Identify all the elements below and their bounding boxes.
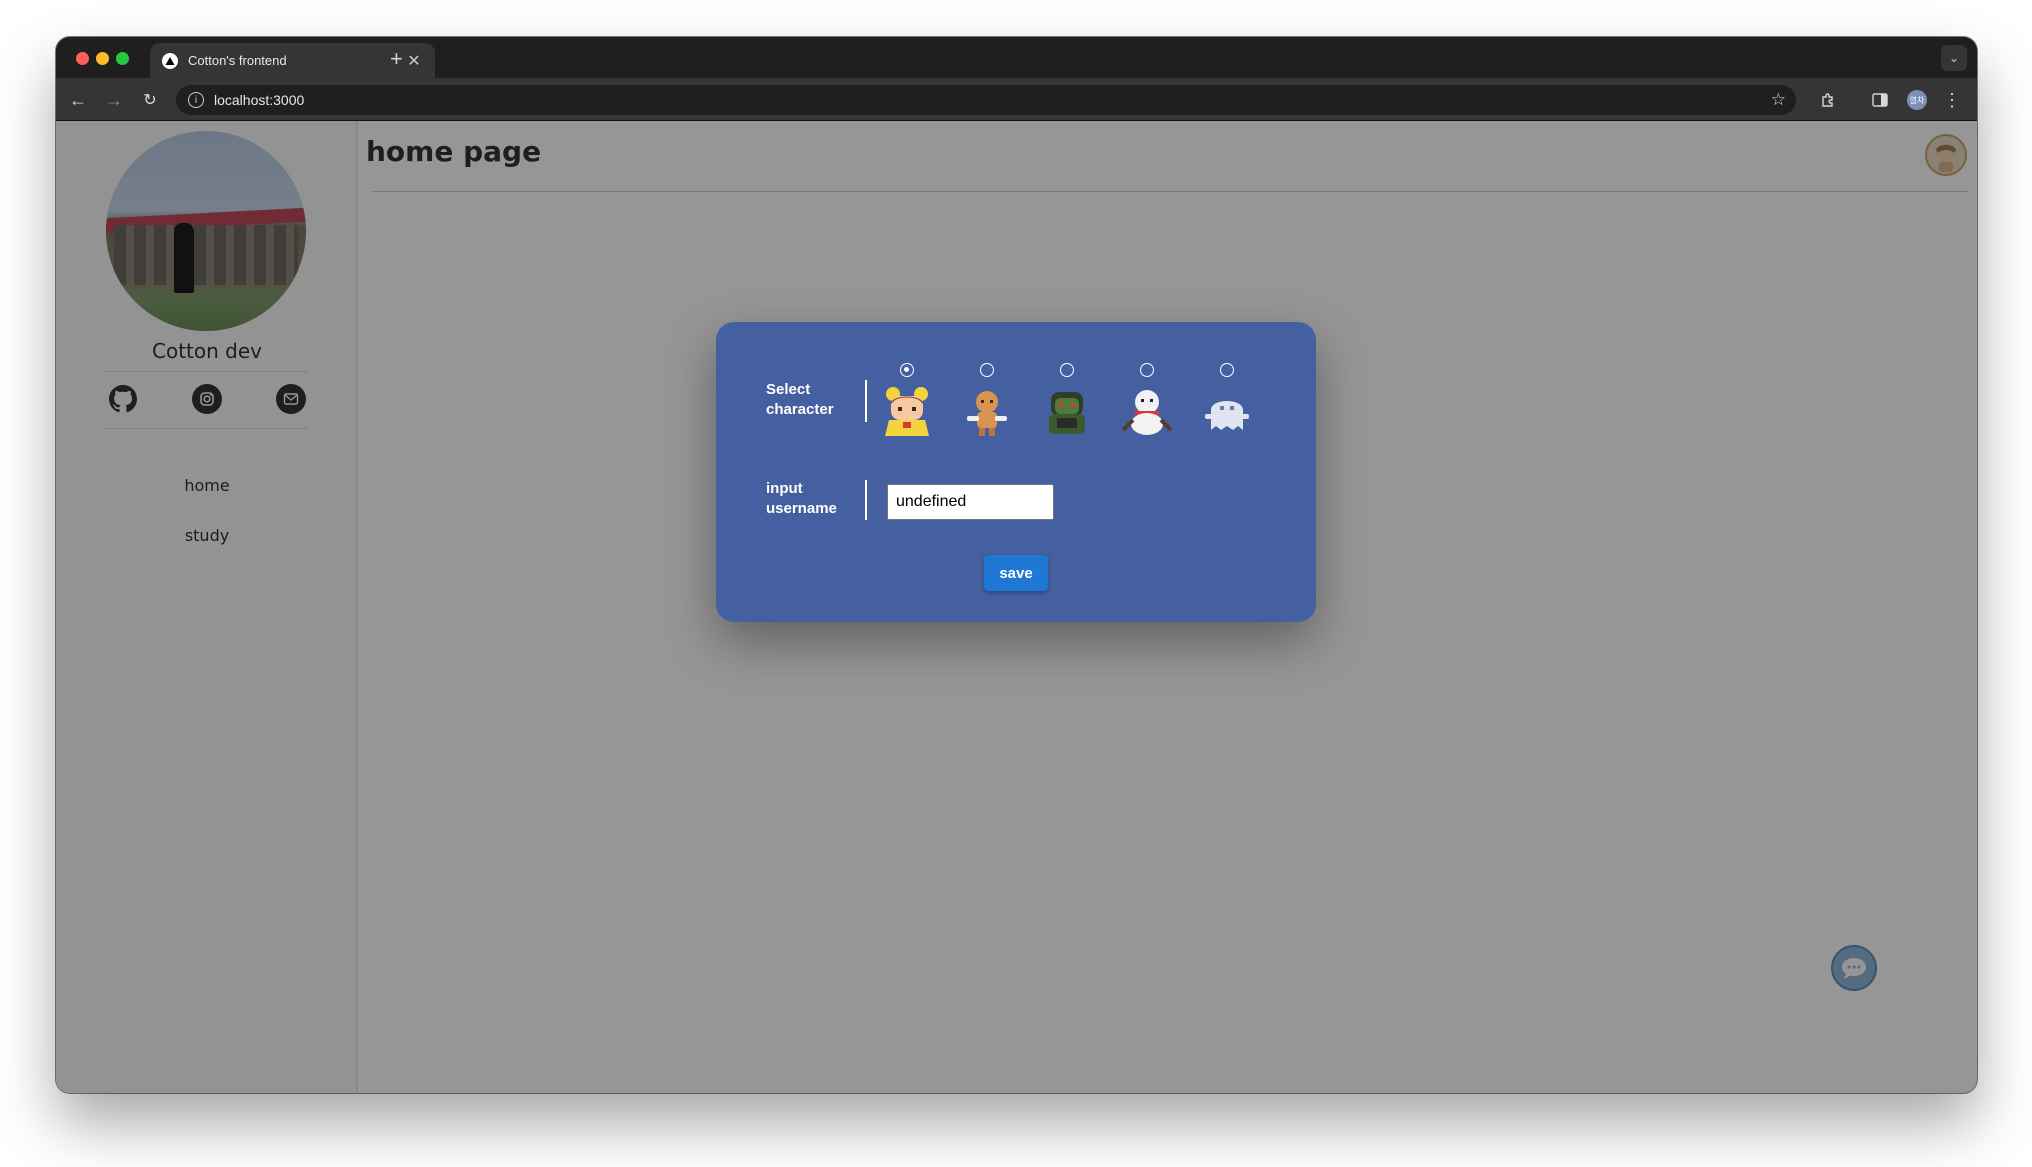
browser-toolbar: ← → ↻ i localhost:3000 ☆ 열차 ⋮	[56, 78, 1977, 121]
close-tab-icon[interactable]: ✕	[405, 51, 423, 71]
kebab-menu-icon[interactable]: ⋮	[1940, 88, 1964, 112]
extensions-puzzle-icon[interactable]	[1816, 88, 1840, 112]
triangle-icon	[162, 52, 178, 69]
chevron-down-icon[interactable]: ⌄	[1941, 45, 1967, 71]
label-divider	[865, 480, 867, 520]
character-modal: Select character input username undefine…	[716, 322, 1316, 622]
yellow-girl-character[interactable]	[879, 384, 935, 440]
select-character-label: Select character	[766, 381, 834, 418]
tab-strip: Cotton's frontend ✕ + ⌄	[56, 37, 1977, 78]
save-button[interactable]: save	[984, 555, 1048, 591]
character-radio-2[interactable]	[980, 363, 994, 377]
character-radio-4[interactable]	[1140, 363, 1154, 377]
gingerbread-character[interactable]	[959, 384, 1015, 440]
address-bar[interactable]: i localhost:3000 ☆	[176, 85, 1796, 115]
back-arrow-icon[interactable]: ←	[66, 88, 90, 112]
close-window-button[interactable]	[76, 52, 89, 65]
site-info-icon[interactable]: i	[188, 92, 204, 108]
character-radio-3[interactable]	[1060, 363, 1074, 377]
snowman-character[interactable]	[1119, 384, 1175, 440]
character-radio-5[interactable]	[1220, 363, 1234, 377]
bookmark-star-icon[interactable]: ☆	[1771, 90, 1786, 110]
address-url[interactable]: localhost:3000	[214, 92, 1771, 108]
page-viewport: Cotton dev home study home page Select c…	[56, 121, 1977, 1093]
browser-window: Cotton's frontend ✕ + ⌄ ← → ↻ i localhos…	[56, 37, 1977, 1093]
character-radio-1[interactable]	[900, 363, 914, 377]
forward-arrow-icon[interactable]: →	[102, 88, 126, 112]
maximize-window-button[interactable]	[116, 52, 129, 65]
profile-initials: 열차	[1907, 90, 1927, 110]
username-input[interactable]	[887, 484, 1054, 520]
green-ogre-character[interactable]	[1039, 384, 1095, 440]
ghost-character[interactable]	[1199, 384, 1255, 440]
profile-avatar[interactable]: 열차	[1905, 88, 1929, 112]
label-divider	[865, 380, 867, 422]
reload-icon[interactable]: ↻	[138, 88, 162, 112]
new-tab-button[interactable]: +	[390, 46, 403, 72]
minimize-window-button[interactable]	[96, 52, 109, 65]
side-panel-icon[interactable]	[1868, 88, 1892, 112]
input-username-label: input username	[766, 480, 837, 517]
tab-title: Cotton's frontend	[188, 53, 287, 68]
